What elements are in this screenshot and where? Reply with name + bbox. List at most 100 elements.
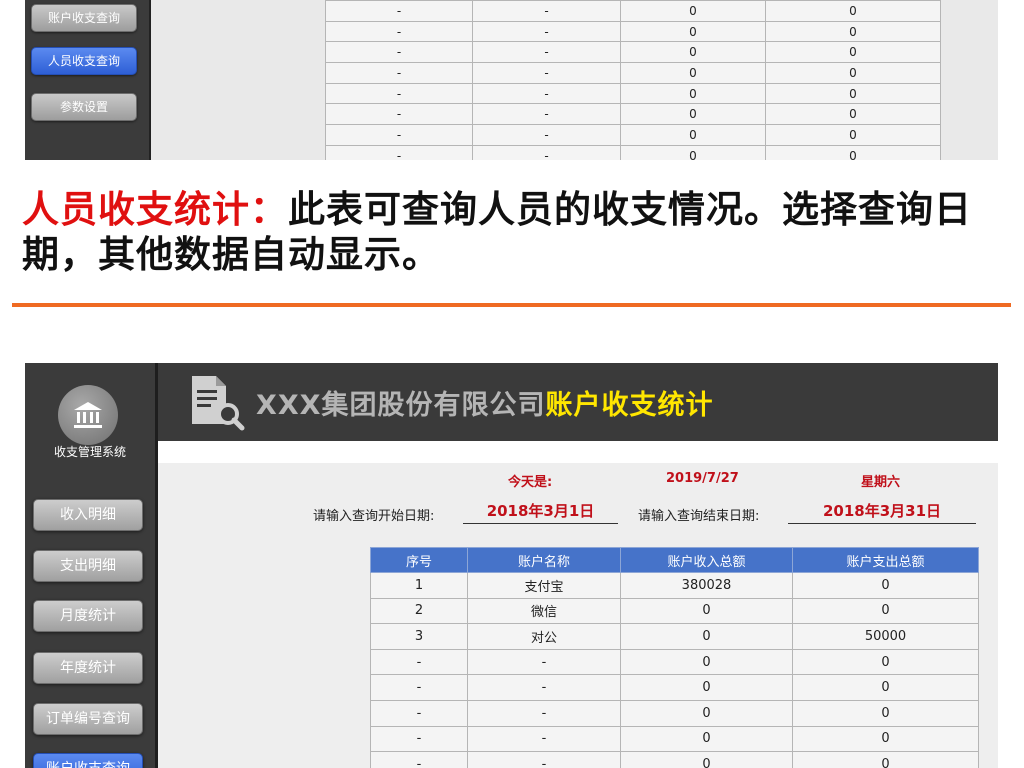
table-cell: 0 — [792, 674, 979, 701]
report-name: 账户收支统计 — [545, 390, 714, 421]
system-name: 收支管理系统 — [53, 445, 126, 459]
table-row: 3 对公 0 50000 — [370, 623, 979, 650]
table-cell: 0 — [765, 82, 941, 105]
table-cell: - — [325, 144, 473, 160]
page-header: XXX集团股份有限公司账户收支统计 — [158, 363, 998, 441]
table-cell: 0 — [792, 751, 979, 768]
table-cell: - — [325, 0, 473, 22]
table-cell: 0 — [792, 597, 979, 625]
top-sidebar: 账户收支查询 人员收支查询 参数设置 — [25, 0, 151, 160]
section-divider — [12, 303, 1011, 307]
table-cell: - — [472, 20, 621, 43]
table-cell: - — [467, 725, 621, 753]
page-title: XXX集团股份有限公司账户收支统计 — [256, 383, 713, 422]
caption-highlight: 人员收支统计： — [22, 188, 288, 231]
end-date-label: 请输入查询结束日期: — [638, 509, 760, 524]
sidebar-item-expense-detail[interactable]: 支出明细 — [33, 550, 143, 582]
sidebar-item-settings[interactable]: 参数设置 — [31, 93, 137, 121]
table-cell: 0 — [620, 699, 793, 727]
table-row: --00 — [325, 62, 941, 84]
table-cell: 0 — [620, 725, 793, 753]
table-cell: 0 — [765, 144, 941, 160]
content-panel: 今天是: 2019/7/27 星期六 请输入查询开始日期: 2018年3月1日 … — [158, 463, 998, 768]
table-cell: - — [325, 103, 473, 126]
sidebar-item-yearly-stats[interactable]: 年度统计 — [33, 652, 143, 684]
table-cell: 0 — [765, 20, 941, 43]
table-cell: 0 — [620, 124, 766, 146]
table-cell: 0 — [765, 62, 941, 84]
table-cell: - — [472, 62, 621, 84]
sidebar-item-account-query[interactable]: 账户收支查询 — [33, 753, 143, 768]
table-cell: - — [370, 648, 468, 676]
table-cell: 2 — [370, 597, 468, 625]
table-cell: 0 — [765, 41, 941, 64]
table-row: --00 — [325, 103, 941, 126]
table-row: --00 — [325, 124, 941, 146]
sidebar-item-order-query[interactable]: 订单编号查询 — [33, 703, 143, 735]
table-row: --00 — [370, 751, 979, 768]
start-date-input[interactable]: 2018年3月1日 — [463, 501, 618, 524]
table-cell: 0 — [620, 0, 766, 22]
table-cell: - — [472, 0, 621, 22]
table-cell: 0 — [620, 103, 766, 126]
table-cell: 对公 — [467, 623, 621, 650]
table-cell: 50000 — [792, 623, 979, 650]
sidebar-item-person-query[interactable]: 人员收支查询 — [31, 47, 137, 75]
table-cell: 0 — [765, 0, 941, 22]
table-cell: 0 — [620, 751, 793, 768]
table-row: --00 — [370, 648, 979, 676]
table-cell: 0 — [620, 41, 766, 64]
table-cell: 0 — [792, 725, 979, 753]
table-cell: - — [325, 82, 473, 105]
sidebar-item-monthly-stats[interactable]: 月度统计 — [33, 600, 143, 632]
table-cell: 0 — [765, 103, 941, 126]
table-row: --00 — [325, 20, 941, 43]
table-row: --00 — [325, 144, 941, 160]
sidebar-item-account-query[interactable]: 账户收支查询 — [31, 4, 137, 32]
table-cell: 支付宝 — [467, 572, 621, 599]
table-cell: 0 — [620, 20, 766, 43]
table-cell: - — [467, 751, 621, 768]
table-row: --00 — [370, 725, 979, 753]
end-date-input[interactable]: 2018年3月31日 — [788, 501, 976, 524]
table-cell: 0 — [620, 623, 793, 650]
content-area: 今天是: 2019/7/27 星期六 请输入查询开始日期: 2018年3月1日 … — [158, 441, 998, 768]
feature-caption: 人员收支统计：此表可查询人员的收支情况。选择查询日期，其他数据自动显示。 — [22, 187, 1002, 277]
table-row: --00 — [325, 0, 941, 22]
main-sidebar: 收支管理系统 收入明细 支出明细 月度统计 年度统计 订单编号查询 账户收支查询 — [25, 363, 158, 768]
table-cell: 0 — [792, 572, 979, 599]
today-label: 今天是: — [508, 475, 553, 490]
sidebar-item-income-detail[interactable]: 收入明细 — [33, 499, 143, 531]
main-screenshot: 收支管理系统 收入明细 支出明细 月度统计 年度统计 订单编号查询 账户收支查询… — [25, 363, 998, 768]
table-cell: - — [472, 103, 621, 126]
table-row: --00 — [370, 674, 979, 701]
table-cell: - — [370, 725, 468, 753]
top-data-table: --00--00--00--00--00--00--00--00 — [325, 0, 941, 160]
table-cell: 0 — [620, 597, 793, 625]
table-cell: 0 — [620, 674, 793, 701]
table-cell: 1 — [370, 572, 468, 599]
table-cell: 3 — [370, 623, 468, 650]
column-header-index: 序号 — [370, 547, 468, 573]
company-name: XXX集团股份有限公司 — [256, 390, 546, 421]
table-cell: - — [370, 674, 468, 701]
document-search-icon — [192, 376, 245, 431]
table-cell: - — [370, 699, 468, 727]
table-cell: - — [472, 144, 621, 160]
table-cell: 380028 — [620, 572, 793, 599]
table-cell: 0 — [620, 82, 766, 105]
table-row: --00 — [370, 699, 979, 727]
today-weekday: 星期六 — [861, 475, 901, 490]
table-cell: - — [472, 82, 621, 105]
table-cell: - — [472, 124, 621, 146]
table-cell: - — [325, 124, 473, 146]
table-cell: 0 — [620, 62, 766, 84]
column-header-account-name: 账户名称 — [467, 547, 621, 573]
table-cell: - — [467, 648, 621, 676]
table-cell: 0 — [620, 144, 766, 160]
table-cell: - — [472, 41, 621, 64]
start-date-label: 请输入查询开始日期: — [313, 509, 435, 524]
column-header-income-total: 账户收入总额 — [620, 547, 793, 573]
table-row: 2 微信 0 0 — [370, 597, 979, 625]
column-header-expense-total: 账户支出总额 — [792, 547, 979, 573]
